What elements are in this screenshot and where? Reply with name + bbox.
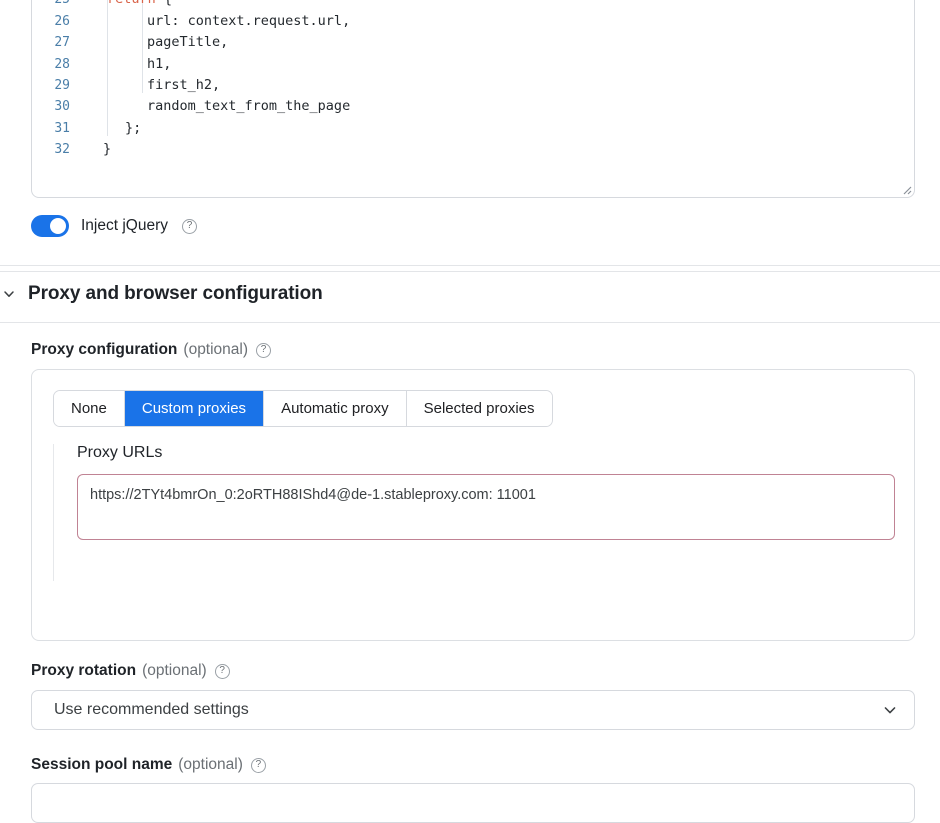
code-line-text: pageTitle, [80, 32, 228, 53]
session-pool-name-input[interactable] [31, 783, 915, 823]
line-number: 28 [32, 54, 80, 75]
proxy-rotation-select[interactable]: Use recommended settings [31, 690, 915, 730]
proxy-rotation-selected-value: Use recommended settings [54, 701, 880, 719]
section-title: Proxy and browser configuration [28, 283, 323, 305]
code-line-text: return { [80, 0, 172, 11]
proxy-browser-config-section-header[interactable]: Proxy and browser configuration [0, 283, 323, 305]
help-circle-icon[interactable]: ? [182, 219, 197, 234]
proxy-urls-label: Proxy URLs [77, 444, 896, 462]
code-line: 28 h1, [32, 54, 914, 75]
help-circle-icon[interactable]: ? [251, 758, 266, 773]
code-keyword: return [107, 0, 156, 7]
proxy-configuration-card: None Custom proxies Automatic proxy Sele… [31, 369, 915, 641]
divider [0, 322, 940, 323]
label-text: Proxy configuration [31, 341, 177, 359]
inject-jquery-row: Inject jQuery ? [31, 215, 197, 237]
line-number: 25 [32, 0, 80, 11]
proxy-rotation-label: Proxy rotation (optional) ? [31, 662, 230, 680]
line-number: 29 [32, 75, 80, 96]
divider [0, 271, 940, 272]
code-line: 29 first_h2, [32, 75, 914, 96]
proxy-configuration-label: Proxy configuration (optional) ? [31, 341, 271, 359]
line-number: 26 [32, 11, 80, 32]
divider [0, 265, 940, 266]
line-number: 27 [32, 32, 80, 53]
code-line-text: }; [80, 118, 141, 139]
label-optional: (optional) [183, 341, 248, 359]
code-line-text: random_text_from_the_page [80, 96, 350, 117]
code-fragment: { [156, 0, 172, 7]
code-line-text: h1, [80, 54, 171, 75]
line-number: 31 [32, 118, 80, 139]
inject-jquery-label: Inject jQuery [81, 217, 168, 235]
code-line: 27 pageTitle, [32, 32, 914, 53]
label-text: Proxy rotation [31, 662, 136, 680]
proxy-mode-tabs: None Custom proxies Automatic proxy Sele… [53, 390, 553, 427]
code-line: 30 random_text_from_the_page [32, 96, 914, 117]
code-line-text: } [80, 139, 111, 160]
code-line: 26 url: context.request.url, [32, 11, 914, 32]
help-circle-icon[interactable]: ? [215, 664, 230, 679]
chevron-down-icon [0, 285, 18, 303]
chevron-down-icon [880, 700, 900, 720]
line-number: 30 [32, 96, 80, 117]
proxy-urls-input[interactable] [77, 474, 895, 540]
code-editor-content[interactable]: 24 // it will be stored to the resulting… [32, 0, 914, 197]
resize-handle-icon[interactable] [899, 182, 912, 195]
session-pool-name-label: Session pool name (optional) ? [31, 756, 266, 774]
code-line: 32 } [32, 139, 914, 160]
tab-automatic-proxy[interactable]: Automatic proxy [264, 391, 407, 426]
label-text: Session pool name [31, 756, 172, 774]
line-number: 32 [32, 139, 80, 160]
tab-custom-proxies[interactable]: Custom proxies [125, 391, 264, 426]
help-circle-icon[interactable]: ? [256, 343, 271, 358]
tab-none[interactable]: None [54, 391, 125, 426]
inject-jquery-toggle[interactable] [31, 215, 69, 237]
label-optional: (optional) [178, 756, 243, 774]
code-line-text: first_h2, [80, 75, 220, 96]
proxy-urls-block: Proxy URLs [53, 444, 896, 581]
code-editor[interactable]: 24 // it will be stored to the resulting… [31, 0, 915, 198]
code-line: 31 }; [32, 118, 914, 139]
tab-selected-proxies[interactable]: Selected proxies [407, 391, 552, 426]
code-line: 25 return { [32, 0, 914, 11]
label-optional: (optional) [142, 662, 207, 680]
code-line-text: url: context.request.url, [80, 11, 350, 32]
toggle-knob [50, 218, 66, 234]
